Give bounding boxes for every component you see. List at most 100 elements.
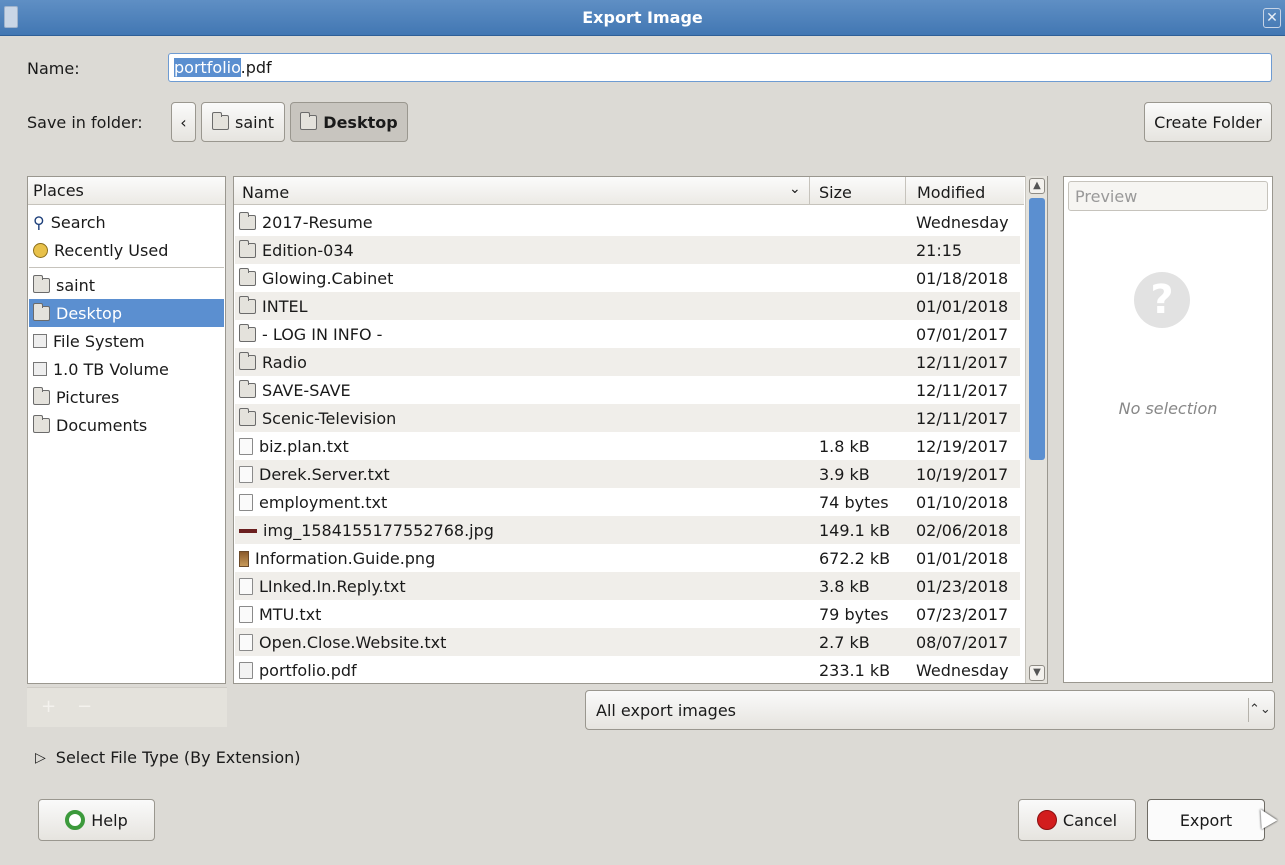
file-modified: 12/11/2017 (916, 409, 1009, 428)
file-row[interactable]: Information.Guide.png 672.2 kB 01/01/2018 (235, 544, 1020, 572)
places-item-recently-used[interactable]: Recently Used (29, 236, 224, 264)
places-item-file-system[interactable]: File System (29, 327, 224, 355)
file-name-cell: INTEL (239, 296, 307, 316)
stop-icon (1036, 810, 1057, 830)
places-item-volume[interactable]: 1.0 TB Volume (29, 355, 224, 383)
desktop-folder-icon (33, 302, 50, 321)
file-modified: 07/01/2017 (916, 325, 1009, 344)
file-row[interactable]: biz.plan.txt 1.8 kB 12/19/2017 (235, 432, 1020, 460)
help-button[interactable]: Help (38, 799, 155, 841)
file-size: 672.2 kB (819, 549, 891, 568)
file-name-cell: img_1584155177552768.jpg (239, 521, 494, 540)
remove-bookmark-icon[interactable]: − (77, 696, 92, 717)
places-item-label: Pictures (56, 387, 120, 407)
file-list-scrollbar[interactable]: ▲ ▼ (1025, 176, 1047, 683)
path-back-button[interactable]: ‹ (171, 102, 196, 142)
pdf-file-icon (239, 662, 253, 679)
file-row[interactable]: Scenic-Television 12/11/2017 (235, 404, 1020, 432)
places-item-desktop[interactable]: Desktop (29, 299, 224, 327)
file-name-extension-text: .pdf (240, 58, 272, 77)
places-panel: Places ⚲ Search Recently Used saint Desk… (27, 176, 226, 684)
file-modified: 01/18/2018 (916, 269, 1009, 288)
places-item-label: saint (56, 275, 95, 295)
save-in-folder-label: Save in folder: (27, 113, 143, 132)
clock-icon (33, 242, 48, 258)
cancel-button-label: Cancel (1062, 810, 1118, 830)
places-item-pictures[interactable]: Pictures (29, 383, 224, 411)
help-button-label: Help (91, 810, 128, 830)
folder-icon (239, 324, 256, 342)
places-item-documents[interactable]: Documents (29, 411, 224, 439)
file-modified: 01/23/2018 (916, 577, 1009, 596)
pictures-folder-icon (33, 386, 50, 405)
file-row[interactable]: SAVE-SAVE 12/11/2017 (235, 376, 1020, 404)
export-button[interactable]: Export (1147, 799, 1265, 841)
file-row[interactable]: Edition-034 21:15 (235, 236, 1020, 264)
add-bookmark-icon[interactable]: + (41, 696, 56, 717)
file-type-filter-select[interactable]: All export images ⌃⌄ (585, 690, 1275, 730)
sort-chevron-down-icon[interactable]: ⌄ (789, 181, 801, 197)
file-name: - LOG IN INFO - (262, 325, 383, 344)
file-row[interactable]: Glowing.Cabinet 01/18/2018 (235, 264, 1020, 292)
file-row[interactable]: img_1584155177552768.jpg 149.1 kB 02/06/20… (235, 516, 1020, 544)
places-item-saint[interactable]: saint (29, 271, 224, 299)
places-item-search[interactable]: ⚲ Search (29, 208, 224, 236)
text-file-icon (239, 634, 253, 651)
file-name-cell: Information.Guide.png (239, 549, 435, 568)
home-folder-icon (33, 274, 50, 293)
file-row[interactable]: Open.Close.Website.txt 2.7 kB 08/07/2017 (235, 628, 1020, 656)
text-file-icon (239, 578, 253, 595)
places-item-label: File System (53, 331, 145, 351)
title-bar: Export Image ✕ (0, 0, 1285, 36)
file-row[interactable]: 2017-Resume Wednesday (235, 208, 1020, 236)
file-row[interactable]: Derek.Server.txt 3.9 kB 10/19/2017 (235, 460, 1020, 488)
file-name-cell: - LOG IN INFO - (239, 324, 383, 344)
file-name-cell: Radio (239, 352, 307, 372)
close-window-button[interactable]: ✕ (1263, 8, 1281, 28)
file-name: employment.txt (259, 493, 388, 512)
file-name: Information.Guide.png (255, 549, 436, 568)
scrollbar-thumb[interactable] (1029, 198, 1045, 460)
file-row[interactable]: MTU.txt 79 bytes 07/23/2017 (235, 600, 1020, 628)
create-folder-label: Create Folder (1154, 112, 1262, 132)
column-header-name[interactable]: Name (242, 183, 289, 202)
path-crumb-label: Desktop (323, 112, 398, 132)
file-modified: 12/19/2017 (916, 437, 1009, 456)
file-name-cell: portfolio.pdf (239, 661, 357, 680)
file-name-cell: Edition-034 (239, 240, 354, 260)
image-file-icon (239, 528, 257, 533)
folder-icon (239, 352, 256, 370)
cancel-button[interactable]: Cancel (1018, 799, 1136, 841)
file-row[interactable]: INTEL 01/01/2018 (235, 292, 1020, 320)
text-file-icon (239, 438, 253, 455)
file-modified: Wednesday (916, 213, 1009, 232)
places-header[interactable]: Places (28, 177, 225, 205)
file-name: 2017-Resume (262, 213, 373, 232)
search-icon: ⚲ (33, 212, 45, 232)
file-name: Edition-034 (262, 241, 354, 260)
file-row[interactable]: employment.txt 74 bytes 01/10/2018 (235, 488, 1020, 516)
file-name-cell: SAVE-SAVE (239, 380, 351, 400)
question-mark-icon: ? (1134, 272, 1190, 328)
file-row[interactable]: - LOG IN INFO - 07/01/2017 (235, 320, 1020, 348)
create-folder-button[interactable]: Create Folder (1144, 102, 1272, 142)
file-size: 74 bytes (819, 493, 889, 512)
file-name-input[interactable]: portfolio.pdf (168, 53, 1272, 82)
path-crumb-saint[interactable]: saint (201, 102, 285, 142)
column-header-size[interactable]: Size (819, 183, 852, 202)
no-selection-text: No selection (1118, 399, 1218, 418)
scroll-down-arrow-icon[interactable]: ▼ (1029, 665, 1045, 681)
preview-panel: Preview ? No selection (1063, 176, 1273, 683)
file-name-cell: Derek.Server.txt (239, 465, 390, 484)
file-name-cell: Open.Close.Website.txt (239, 633, 446, 652)
column-header-modified[interactable]: Modified (917, 183, 985, 202)
file-row[interactable]: LInked.In.Reply.txt 3.8 kB 01/23/2018 (235, 572, 1020, 600)
path-crumb-desktop[interactable]: Desktop (290, 102, 408, 142)
scroll-up-arrow-icon[interactable]: ▲ (1029, 178, 1045, 194)
file-name: Radio (262, 353, 307, 372)
file-row[interactable]: Radio 12/11/2017 (235, 348, 1020, 376)
file-list-header: Name ⌄ Size Modified (234, 177, 1024, 205)
column-divider (809, 177, 810, 205)
file-row[interactable]: portfolio.pdf 233.1 kB Wednesday (235, 656, 1020, 683)
file-type-expander[interactable]: ▷ Select File Type (By Extension) (35, 748, 300, 767)
